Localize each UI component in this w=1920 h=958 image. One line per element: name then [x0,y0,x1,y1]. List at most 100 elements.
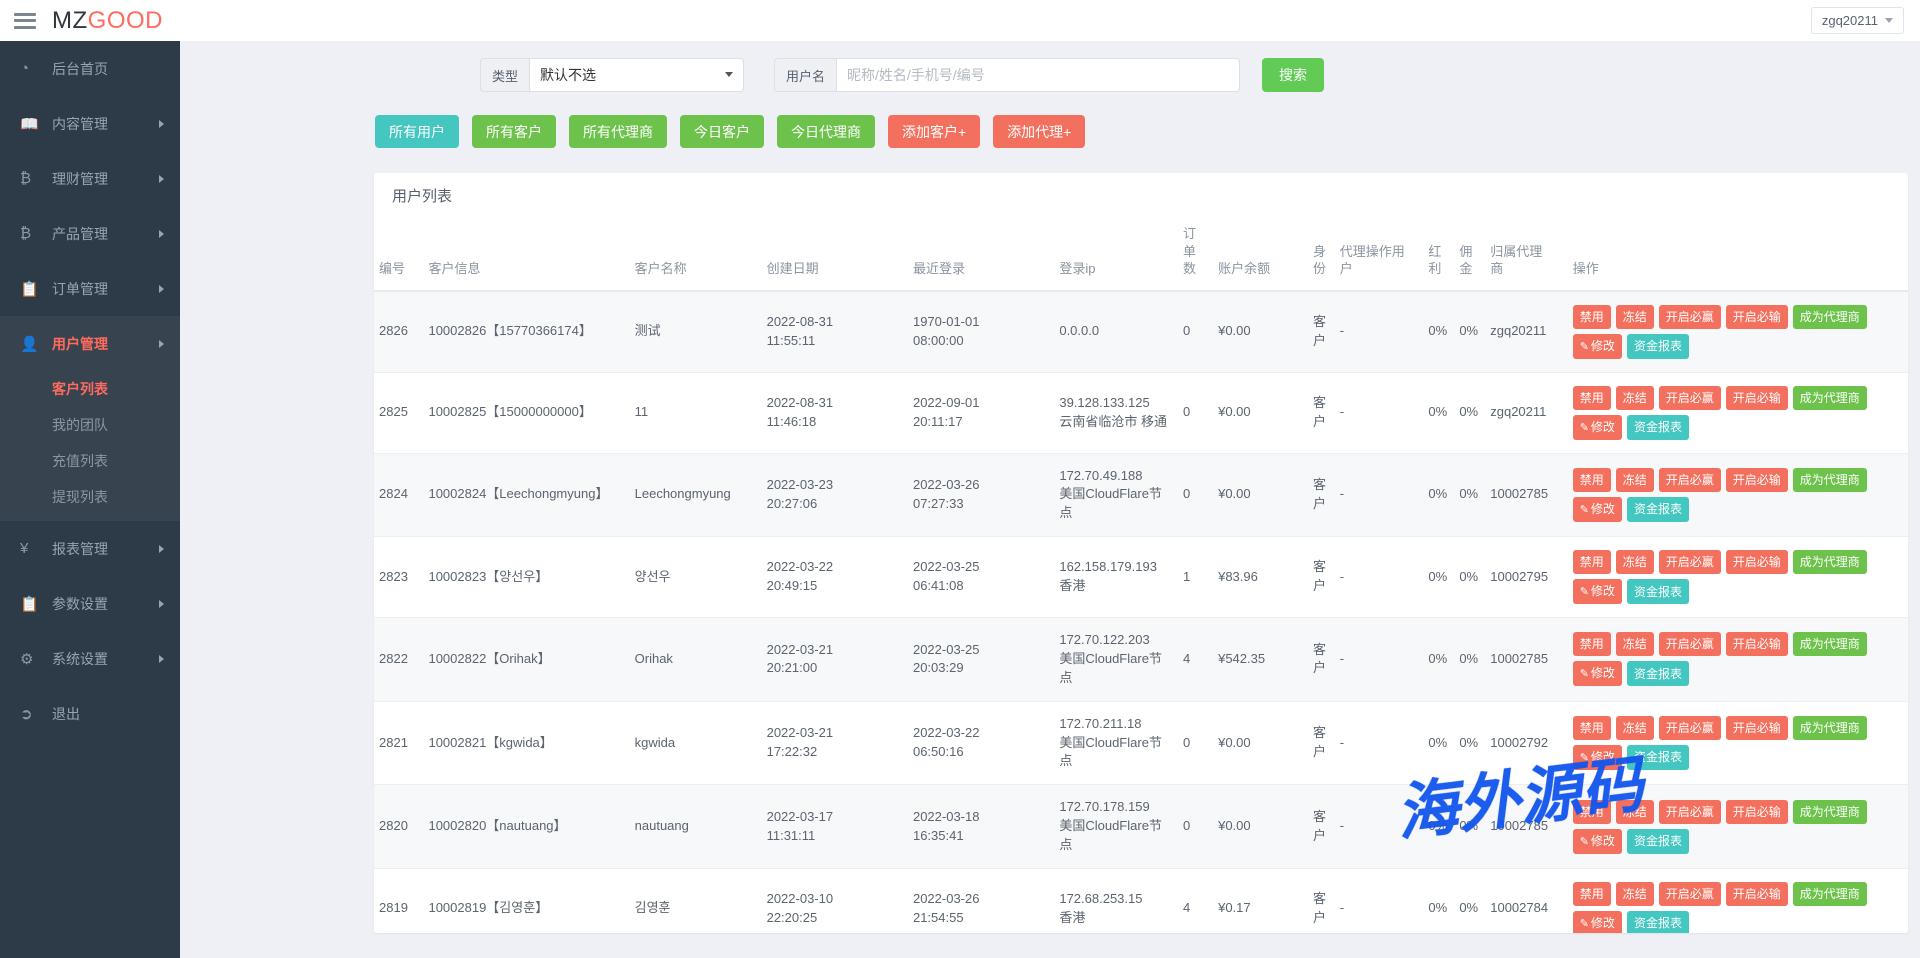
cell-belong[interactable]: zgq20211 [1485,372,1567,453]
cell-operation: 禁用冻结开启必赢开启必输成为代理商 ✎修改资金报表 [1568,785,1908,869]
add-agent-button[interactable]: 添加代理+ [993,115,1085,148]
sidebar-subitem-recharge-list[interactable]: 充值列表 [0,443,180,479]
cell-belong[interactable]: 10002795 [1485,537,1567,618]
op-button-开启必输[interactable]: 开启必输 [1726,632,1788,656]
op-button-成为代理商[interactable]: 成为代理商 [1793,386,1867,410]
op-button-开启必输[interactable]: 开启必输 [1726,716,1788,740]
col-created: 创建日期 [762,217,908,291]
op-button-修改[interactable]: ✎修改 [1573,661,1622,686]
search-button[interactable]: 搜索 [1262,58,1324,92]
table-row: 282610002826【15770366174】测试2022-08-31 11… [374,291,1908,373]
sidebar-item-logout[interactable]: ➲ 退出 [0,686,180,741]
op-button-禁用[interactable]: 禁用 [1573,800,1611,824]
op-button-资金报表[interactable]: 资金报表 [1627,661,1689,686]
sidebar-item-dashboard[interactable]: ◔ 后台首页 [0,41,180,96]
all-users-button[interactable]: 所有用户 [375,115,459,148]
sidebar-item-content[interactable]: 📖 内容管理 [0,96,180,151]
brand-logo[interactable]: MZGOOD [52,9,163,33]
all-customers-button[interactable]: 所有客户 [472,115,556,148]
op-button-冻结[interactable]: 冻结 [1616,716,1654,740]
sidebar-item-finance[interactable]: ₿ 理财管理 [0,151,180,206]
op-button-开启必赢[interactable]: 开启必赢 [1659,800,1721,824]
op-button-开启必赢[interactable]: 开启必赢 [1659,882,1721,906]
op-button-资金报表[interactable]: 资金报表 [1627,579,1689,604]
cell-identity: 客户 [1308,701,1335,785]
op-button-资金报表[interactable]: 资金报表 [1627,334,1689,359]
cell-belong[interactable]: 10002785 [1485,453,1567,537]
op-button-禁用[interactable]: 禁用 [1573,716,1611,740]
op-button-禁用[interactable]: 禁用 [1573,882,1611,906]
op-button-资金报表[interactable]: 资金报表 [1627,911,1689,933]
pencil-icon: ✎ [1580,836,1589,848]
op-button-成为代理商[interactable]: 成为代理商 [1793,550,1867,574]
cell-identity: 客户 [1308,537,1335,618]
op-button-资金报表[interactable]: 资金报表 [1627,829,1689,854]
op-button-冻结[interactable]: 冻结 [1616,468,1654,492]
op-button-成为代理商[interactable]: 成为代理商 [1793,800,1867,824]
sidebar-item-order[interactable]: 📋 订单管理 [0,261,180,316]
menu-toggle-icon[interactable] [14,13,36,29]
op-button-冻结[interactable]: 冻结 [1616,882,1654,906]
add-customer-button[interactable]: 添加客户+ [888,115,980,148]
op-button-修改[interactable]: ✎修改 [1573,745,1622,770]
op-button-冻结[interactable]: 冻结 [1616,550,1654,574]
all-agents-button[interactable]: 所有代理商 [569,115,667,148]
cell-belong[interactable]: 10002792 [1485,701,1567,785]
op-button-修改[interactable]: ✎修改 [1573,829,1622,854]
op-button-修改[interactable]: ✎修改 [1573,579,1622,604]
op-button-开启必输[interactable]: 开启必输 [1726,386,1788,410]
op-button-成为代理商[interactable]: 成为代理商 [1793,882,1867,906]
op-button-资金报表[interactable]: 资金报表 [1627,497,1689,522]
op-button-成为代理商[interactable]: 成为代理商 [1793,468,1867,492]
sidebar-item-system-settings[interactable]: ⚙ 系统设置 [0,631,180,686]
username-search-input[interactable] [836,58,1240,92]
sidebar-item-product[interactable]: ₿ 产品管理 [0,206,180,261]
op-button-资金报表[interactable]: 资金报表 [1627,745,1689,770]
op-button-禁用[interactable]: 禁用 [1573,386,1611,410]
sidebar-item-user-management[interactable]: 👤 用户管理 [0,316,180,371]
op-button-开启必赢[interactable]: 开启必赢 [1659,305,1721,329]
brand-mz: MZ [52,7,88,34]
op-button-成为代理商[interactable]: 成为代理商 [1793,305,1867,329]
col-ip: 登录ip [1054,217,1178,291]
op-button-禁用[interactable]: 禁用 [1573,550,1611,574]
sidebar-item-report[interactable]: ¥ 报表管理 [0,521,180,576]
op-button-开启必赢[interactable]: 开启必赢 [1659,550,1721,574]
op-button-开启必输[interactable]: 开启必输 [1726,468,1788,492]
cell-belong[interactable]: 10002785 [1485,785,1567,869]
user-menu[interactable]: zgq20211 [1811,7,1904,34]
cell-orders: 0 [1178,701,1213,785]
sidebar-subitem-customer-list[interactable]: 客户列表 [0,371,180,407]
op-button-开启必输[interactable]: 开启必输 [1726,800,1788,824]
op-button-资金报表[interactable]: 资金报表 [1627,415,1689,440]
op-button-成为代理商[interactable]: 成为代理商 [1793,632,1867,656]
op-button-禁用[interactable]: 禁用 [1573,468,1611,492]
op-button-开启必赢[interactable]: 开启必赢 [1659,716,1721,740]
cell-belong[interactable]: 10002784 [1485,868,1567,933]
op-button-开启必输[interactable]: 开启必输 [1726,550,1788,574]
type-select[interactable]: 默认不选 [529,58,744,92]
op-button-修改[interactable]: ✎修改 [1573,415,1622,440]
op-button-禁用[interactable]: 禁用 [1573,632,1611,656]
op-button-修改[interactable]: ✎修改 [1573,334,1622,359]
sidebar-subitem-withdraw-list[interactable]: 提现列表 [0,479,180,515]
today-customers-button[interactable]: 今日客户 [680,115,764,148]
op-button-冻结[interactable]: 冻结 [1616,386,1654,410]
op-button-开启必赢[interactable]: 开启必赢 [1659,386,1721,410]
sidebar-item-params[interactable]: 📋 参数设置 [0,576,180,631]
cell-belong[interactable]: zgq20211 [1485,291,1567,373]
op-button-开启必赢[interactable]: 开启必赢 [1659,632,1721,656]
op-button-成为代理商[interactable]: 成为代理商 [1793,716,1867,740]
op-button-冻结[interactable]: 冻结 [1616,800,1654,824]
op-button-开启必赢[interactable]: 开启必赢 [1659,468,1721,492]
op-button-开启必输[interactable]: 开启必输 [1726,882,1788,906]
op-button-开启必输[interactable]: 开启必输 [1726,305,1788,329]
sidebar-subitem-my-team[interactable]: 我的团队 [0,407,180,443]
op-button-禁用[interactable]: 禁用 [1573,305,1611,329]
op-button-冻结[interactable]: 冻结 [1616,305,1654,329]
op-button-冻结[interactable]: 冻结 [1616,632,1654,656]
op-button-修改[interactable]: ✎修改 [1573,911,1622,933]
op-button-修改[interactable]: ✎修改 [1573,497,1622,522]
cell-belong[interactable]: 10002785 [1485,618,1567,702]
today-agents-button[interactable]: 今日代理商 [777,115,875,148]
